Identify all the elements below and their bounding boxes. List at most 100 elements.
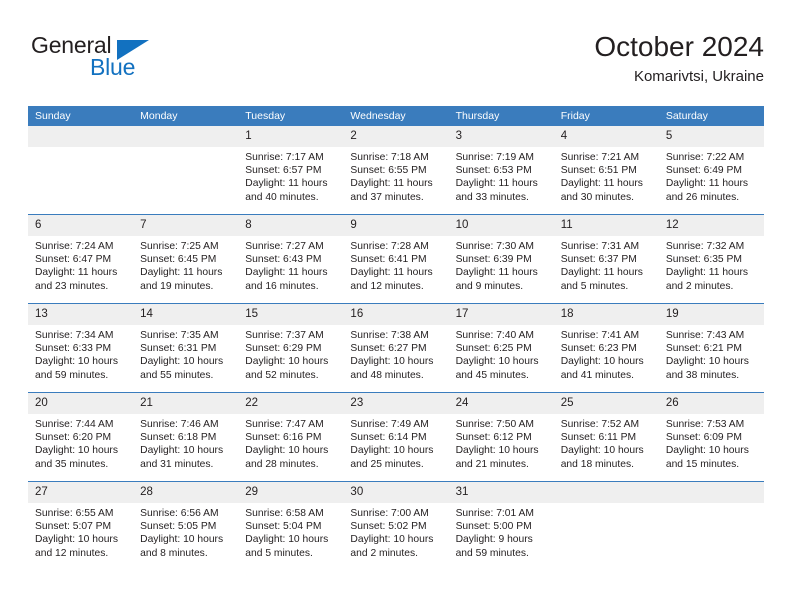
day-number: 15 <box>238 304 344 325</box>
day-details: Sunrise: 7:44 AM Sunset: 6:20 PM Daylight:… <box>28 414 133 471</box>
calendar-day-cell[interactable]: 21 Sunrise: 7:46 AM Sunset: 6:18 PM Dayligh… <box>133 393 239 481</box>
calendar-day-cell[interactable]: 18 Sunrise: 7:41 AM Sunset: 6:23 PM Dayligh… <box>553 304 659 392</box>
day-number: 13 <box>28 304 134 325</box>
general-blue-logo[interactable]: General Blue <box>31 32 211 92</box>
calendar-day-cell[interactable]: 13 Sunrise: 7:34 AM Sunset: 6:33 PM Dayligh… <box>28 304 134 392</box>
day-details: Sunrise: 7:32 AM Sunset: 6:35 PM Daylight:… <box>659 236 764 293</box>
day-daylight-line: and 8 minutes. <box>140 547 208 559</box>
day-number <box>658 482 764 503</box>
day-sunset-line: Sunset: 5:00 PM <box>455 521 532 533</box>
day-details: Sunrise: 7:01 AM Sunset: 5:00 PM Daylight:… <box>449 503 554 560</box>
day-daylight-line: and 12 minutes. <box>350 280 424 292</box>
day-daylight-line: and 52 minutes. <box>245 369 319 381</box>
calendar-day-cell[interactable]: 9 Sunrise: 7:28 AM Sunset: 6:41 PM Daylight… <box>343 215 449 303</box>
day-sunrise-line: Sunrise: 7:35 AM <box>140 330 219 341</box>
calendar-day-cell[interactable]: 8 Sunrise: 7:27 AM Sunset: 6:43 PM Daylight… <box>238 215 344 303</box>
day-details: Sunrise: 7:34 AM Sunset: 6:33 PM Daylight:… <box>28 325 133 382</box>
day-details: Sunrise: 7:49 AM Sunset: 6:14 PM Daylight:… <box>343 414 448 471</box>
day-daylight-line: and 33 minutes. <box>455 191 529 203</box>
calendar-day-cell[interactable]: 31 Sunrise: 7:01 AM Sunset: 5:00 PM Dayligh… <box>448 482 554 570</box>
calendar-day-cell[interactable]: 7 Sunrise: 7:25 AM Sunset: 6:45 PM Daylight… <box>133 215 239 303</box>
calendar-day-cell[interactable]: 14 Sunrise: 7:35 AM Sunset: 6:31 PM Dayligh… <box>133 304 239 392</box>
day-details: Sunrise: 7:22 AM Sunset: 6:49 PM Daylight:… <box>659 147 764 204</box>
day-sunset-line: Sunset: 5:02 PM <box>350 521 427 533</box>
calendar-day-cell[interactable]: 22 Sunrise: 7:47 AM Sunset: 6:16 PM Dayligh… <box>238 393 344 481</box>
day-daylight-line: and 35 minutes. <box>35 458 109 470</box>
calendar-day-cell[interactable]: 30 Sunrise: 7:00 AM Sunset: 5:02 PM Dayligh… <box>343 482 449 570</box>
calendar-day-cell[interactable]: 24 Sunrise: 7:50 AM Sunset: 6:12 PM Dayligh… <box>448 393 554 481</box>
day-number: 18 <box>553 304 659 325</box>
calendar-day-cell[interactable]: 16 Sunrise: 7:38 AM Sunset: 6:27 PM Dayligh… <box>343 304 449 392</box>
day-sunset-line: Sunset: 6:33 PM <box>35 343 112 355</box>
calendar-day-cell[interactable]: 15 Sunrise: 7:37 AM Sunset: 6:29 PM Dayligh… <box>238 304 344 392</box>
calendar-day-cell[interactable]: 6 Sunrise: 7:24 AM Sunset: 6:47 PM Daylight… <box>28 215 134 303</box>
day-daylight-line: and 19 minutes. <box>140 280 214 292</box>
day-daylight-line: Daylight: 10 hours <box>350 445 434 457</box>
day-daylight-line: Daylight: 11 hours <box>350 178 433 190</box>
calendar-table: Sunday Monday Tuesday Wednesday Thursday… <box>28 106 764 570</box>
day-sunset-line: Sunset: 6:41 PM <box>350 254 427 266</box>
day-details: Sunrise: 7:41 AM Sunset: 6:23 PM Daylight:… <box>554 325 659 382</box>
page-header: General Blue October 2024 Komarivtsi, Uk… <box>28 30 764 96</box>
calendar-day-cell[interactable]: 2 Sunrise: 7:18 AM Sunset: 6:55 PM Daylight… <box>343 126 449 214</box>
day-daylight-line: Daylight: 10 hours <box>140 356 224 368</box>
day-daylight-line: and 59 minutes. <box>35 369 109 381</box>
calendar-day-cell[interactable]: 25 Sunrise: 7:52 AM Sunset: 6:11 PM Dayligh… <box>553 393 659 481</box>
day-daylight-line: and 23 minutes. <box>35 280 109 292</box>
day-sunrise-line: Sunrise: 7:41 AM <box>560 330 640 341</box>
day-number: 31 <box>448 482 554 503</box>
day-sunrise-line: Sunrise: 6:55 AM <box>35 508 114 519</box>
day-sunrise-line: Sunrise: 7:53 AM <box>665 419 745 430</box>
day-number: 5 <box>658 126 764 147</box>
day-daylight-line: Daylight: 11 hours <box>140 267 223 279</box>
calendar-day-cell[interactable]: 20 Sunrise: 7:44 AM Sunset: 6:20 PM Dayligh… <box>28 393 134 481</box>
calendar-day-cell[interactable]: 27 Sunrise: 6:55 AM Sunset: 5:07 PM Dayligh… <box>28 482 134 570</box>
day-number: 11 <box>553 215 659 236</box>
day-daylight-line: Daylight: 11 hours <box>245 267 328 279</box>
calendar-day-cell[interactable]: 17 Sunrise: 7:40 AM Sunset: 6:25 PM Dayligh… <box>448 304 554 392</box>
calendar-day-cell[interactable]: 29 Sunrise: 6:58 AM Sunset: 5:04 PM Dayligh… <box>238 482 344 570</box>
weekday-header-monday: Monday <box>133 106 239 126</box>
calendar-day-cell[interactable]: 10 Sunrise: 7:30 AM Sunset: 6:39 PM Dayligh… <box>448 215 554 303</box>
day-sunrise-line: Sunrise: 7:19 AM <box>455 152 534 163</box>
day-daylight-line: Daylight: 10 hours <box>140 445 224 457</box>
day-number: 2 <box>343 126 449 147</box>
day-sunrise-line: Sunrise: 7:24 AM <box>35 241 114 252</box>
day-daylight-line: and 2 minutes. <box>665 280 734 292</box>
calendar-day-cell[interactable]: 26 Sunrise: 7:53 AM Sunset: 6:09 PM Dayligh… <box>658 393 764 481</box>
day-daylight-line: and 18 minutes. <box>560 458 634 470</box>
calendar-week-row: 6 Sunrise: 7:24 AM Sunset: 6:47 PM Daylight… <box>28 214 764 304</box>
calendar-day-cell[interactable]: 3 Sunrise: 7:19 AM Sunset: 6:53 PM Daylight… <box>448 126 554 214</box>
day-sunrise-line: Sunrise: 7:47 AM <box>245 419 324 430</box>
calendar-day-cell[interactable]: 1 Sunrise: 7:17 AM Sunset: 6:57 PM Daylight… <box>238 126 344 214</box>
day-number: 21 <box>133 393 239 414</box>
calendar-day-cell[interactable]: 19 Sunrise: 7:43 AM Sunset: 6:21 PM Dayligh… <box>658 304 764 392</box>
day-sunset-line: Sunset: 6:43 PM <box>245 254 322 266</box>
day-number: 23 <box>343 393 449 414</box>
day-daylight-line: Daylight: 10 hours <box>665 356 749 368</box>
calendar-day-cell[interactable]: 28 Sunrise: 6:56 AM Sunset: 5:05 PM Dayligh… <box>133 482 239 570</box>
day-number: 9 <box>343 215 449 236</box>
day-details: Sunrise: 7:53 AM Sunset: 6:09 PM Daylight:… <box>659 414 764 471</box>
day-sunrise-line: Sunrise: 7:37 AM <box>245 330 324 341</box>
day-details: Sunrise: 7:50 AM Sunset: 6:12 PM Daylight:… <box>449 414 554 471</box>
day-sunset-line: Sunset: 6:09 PM <box>665 432 742 444</box>
day-sunrise-line: Sunrise: 7:43 AM <box>665 330 745 341</box>
day-details: Sunrise: 7:38 AM Sunset: 6:27 PM Daylight:… <box>343 325 448 382</box>
day-number: 12 <box>658 215 764 236</box>
day-sunrise-line: Sunrise: 7:28 AM <box>350 241 429 252</box>
day-sunset-line: Sunset: 6:27 PM <box>350 343 427 355</box>
day-daylight-line: Daylight: 10 hours <box>560 356 644 368</box>
calendar-week-row: 1 Sunrise: 7:17 AM Sunset: 6:57 PM Daylight… <box>28 126 764 215</box>
day-sunset-line: Sunset: 6:18 PM <box>140 432 217 444</box>
calendar-day-cell[interactable]: 4 Sunrise: 7:21 AM Sunset: 6:51 PM Daylight… <box>553 126 659 214</box>
calendar-day-cell[interactable]: 5 Sunrise: 7:22 AM Sunset: 6:49 PM Daylight… <box>658 126 764 214</box>
calendar-week-row: 13 Sunrise: 7:34 AM Sunset: 6:33 PM Dayligh… <box>28 303 764 393</box>
day-number: 30 <box>343 482 449 503</box>
calendar-day-cell[interactable]: 12 Sunrise: 7:32 AM Sunset: 6:35 PM Dayligh… <box>658 215 764 303</box>
day-daylight-line: Daylight: 11 hours <box>560 267 643 279</box>
calendar-day-cell[interactable]: 23 Sunrise: 7:49 AM Sunset: 6:14 PM Dayligh… <box>343 393 449 481</box>
calendar-day-cell[interactable]: 11 Sunrise: 7:31 AM Sunset: 6:37 PM Dayligh… <box>553 215 659 303</box>
day-details: Sunrise: 7:28 AM Sunset: 6:41 PM Daylight:… <box>343 236 448 293</box>
day-sunset-line: Sunset: 6:49 PM <box>665 165 742 177</box>
